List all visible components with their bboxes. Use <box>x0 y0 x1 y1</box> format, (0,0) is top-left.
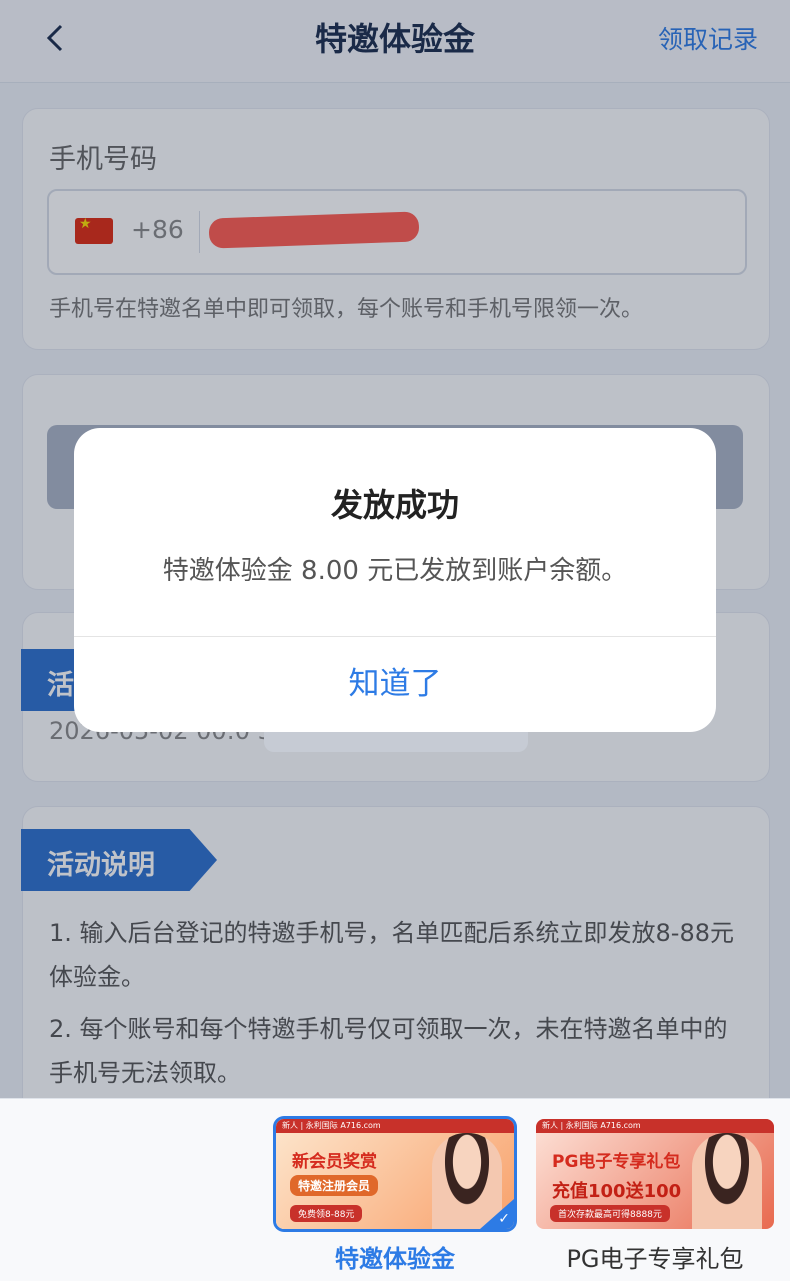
toast-remnant <box>264 732 528 752</box>
dialog-title: 发放成功 <box>330 486 459 524</box>
banner-subtitle: 充值100送100 <box>552 1181 682 1202</box>
banner-subtitle: 特邀注册会员 <box>290 1175 379 1196</box>
banner-header: 新人 | 永利国际 A716.com <box>536 1119 774 1133</box>
banner-header: 新人 | 永利国际 A716.com <box>276 1119 514 1133</box>
success-dialog: 发放成功 特邀体验金 8.00 元已发放到账户余额。 知道了 <box>74 428 716 732</box>
dialog-confirm-button[interactable]: 知道了 <box>74 637 716 732</box>
model-image <box>692 1133 762 1229</box>
promo-banner-trial[interactable]: 新人 | 永利国际 A716.com 新会员奖赏 特邀注册会员 免费领8-88元 <box>276 1119 514 1229</box>
banner-footer: 首次存款最高可得8888元 <box>550 1205 670 1222</box>
model-image <box>432 1133 502 1229</box>
dialog-message: 特邀体验金 8.00 元已发放到账户余额。 <box>162 556 628 586</box>
tab-trial-bonus[interactable]: 特邀体验金 <box>276 1239 514 1274</box>
bottom-promo-bar: 新人 | 永利国际 A716.com 新会员奖赏 特邀注册会员 免费领8-88元… <box>0 1098 790 1281</box>
banner-title: 新会员奖赏 <box>292 1152 377 1172</box>
promo-banner-pg[interactable]: 新人 | 永利国际 A716.com PG电子专享礼包 充值100送100 首次… <box>536 1119 774 1229</box>
banner-footer: 免费领8-88元 <box>290 1205 363 1222</box>
tab-pg-gift[interactable]: PG电子专享礼包 <box>536 1239 774 1274</box>
banner-title: PG电子专享礼包 <box>552 1152 681 1172</box>
